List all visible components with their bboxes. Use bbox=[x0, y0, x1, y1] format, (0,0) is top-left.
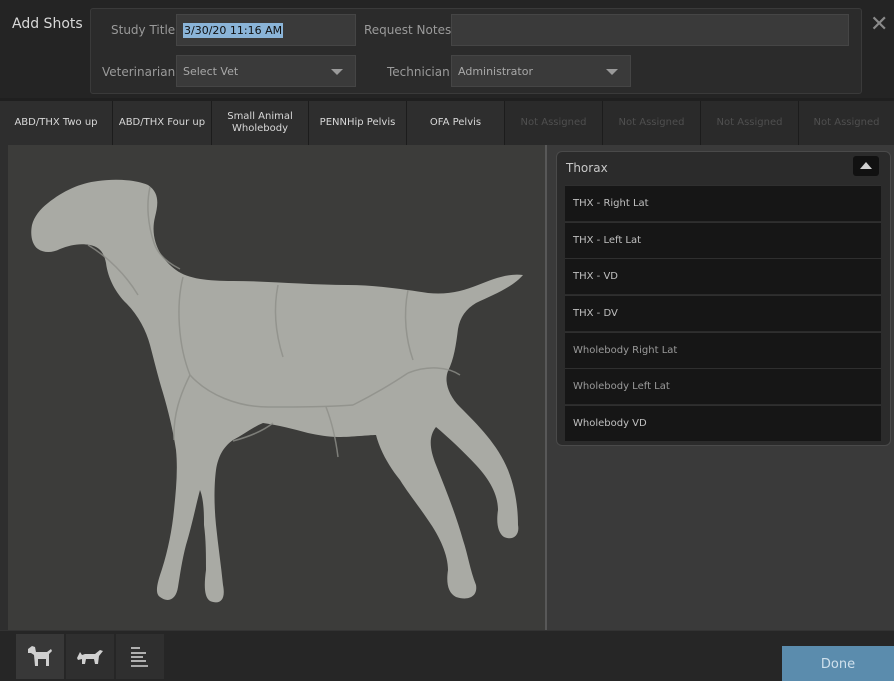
tab-ofa-pelvis[interactable]: OFA Pelvis bbox=[407, 101, 505, 145]
shot-item-thx-vd[interactable]: THX - VD bbox=[565, 258, 881, 295]
tab-small-animal-wholebody[interactable]: Small Animal Wholebody bbox=[212, 101, 309, 145]
technician-value: Administrator bbox=[458, 64, 533, 78]
cat-species-button[interactable] bbox=[66, 634, 114, 679]
study-info-panel: Study Title 3/30/20 11:16 AM Request Not… bbox=[90, 8, 862, 94]
shot-list: THX - Right Lat THX - Left Lat THX - VD … bbox=[565, 185, 881, 442]
header: Add Shots Study Title 3/30/20 11:16 AM R… bbox=[0, 0, 894, 98]
veterinarian-select[interactable]: Select Vet bbox=[176, 55, 356, 87]
technician-label: Technician bbox=[387, 65, 450, 79]
tab-abd-thx-two-up[interactable]: ABD/THX Two up bbox=[0, 101, 113, 145]
tab-abd-thx-four-up[interactable]: ABD/THX Four up bbox=[113, 101, 212, 145]
cat-icon bbox=[77, 649, 103, 664]
dog-icon bbox=[28, 645, 52, 666]
anatomy-canvas bbox=[8, 145, 545, 630]
add-shots-window: Add Shots Study Title 3/30/20 11:16 AM R… bbox=[0, 0, 894, 681]
tab-not-assigned[interactable]: Not Assigned bbox=[505, 101, 603, 145]
study-title-value: 3/30/20 11:16 AM bbox=[183, 22, 284, 38]
veterinarian-value: Select Vet bbox=[183, 64, 239, 78]
collapse-button[interactable] bbox=[853, 156, 879, 176]
technician-select[interactable]: Administrator bbox=[451, 55, 631, 87]
tab-not-assigned[interactable]: Not Assigned bbox=[701, 101, 799, 145]
dog-anatomy-silhouette[interactable] bbox=[8, 145, 545, 630]
request-notes-label: Request Notes bbox=[364, 23, 452, 37]
study-title-label: Study Title bbox=[111, 23, 176, 37]
study-title-input[interactable]: 3/30/20 11:16 AM bbox=[176, 14, 356, 46]
shot-item-wholebody-vd[interactable]: Wholebody VD bbox=[565, 405, 881, 442]
veterinarian-label: Veterinarian bbox=[102, 65, 176, 79]
group-title: Thorax bbox=[566, 161, 608, 175]
tab-not-assigned[interactable]: Not Assigned bbox=[603, 101, 701, 145]
tab-not-assigned[interactable]: Not Assigned bbox=[799, 101, 894, 145]
thorax-group: Thorax THX - Right Lat THX - Left Lat TH… bbox=[556, 151, 891, 446]
chevron-down-icon bbox=[331, 69, 343, 75]
chevron-down-icon bbox=[606, 69, 618, 75]
shot-item-thx-dv[interactable]: THX - DV bbox=[565, 295, 881, 332]
done-button[interactable]: Done bbox=[782, 646, 894, 681]
window-title: Add Shots bbox=[12, 16, 83, 32]
footer-toolbar: Done bbox=[0, 630, 894, 681]
shot-item-thx-right-lat[interactable]: THX - Right Lat bbox=[565, 185, 881, 221]
list-view-button[interactable] bbox=[116, 634, 164, 679]
shot-item-wholebody-right-lat[interactable]: Wholebody Right Lat bbox=[565, 331, 881, 368]
tab-pennhip-pelvis[interactable]: PENNHip Pelvis bbox=[309, 101, 407, 145]
shot-item-wholebody-left-lat[interactable]: Wholebody Left Lat bbox=[565, 368, 881, 405]
left-edge bbox=[0, 145, 8, 630]
close-icon[interactable]: ✕ bbox=[870, 14, 888, 36]
shot-item-thx-left-lat[interactable]: THX - Left Lat bbox=[565, 221, 881, 258]
list-icon bbox=[131, 646, 148, 667]
protocol-tabs: ABD/THX Two up ABD/THX Four up Small Ani… bbox=[0, 101, 894, 145]
request-notes-input[interactable] bbox=[451, 14, 849, 46]
dog-species-button[interactable] bbox=[16, 634, 64, 679]
